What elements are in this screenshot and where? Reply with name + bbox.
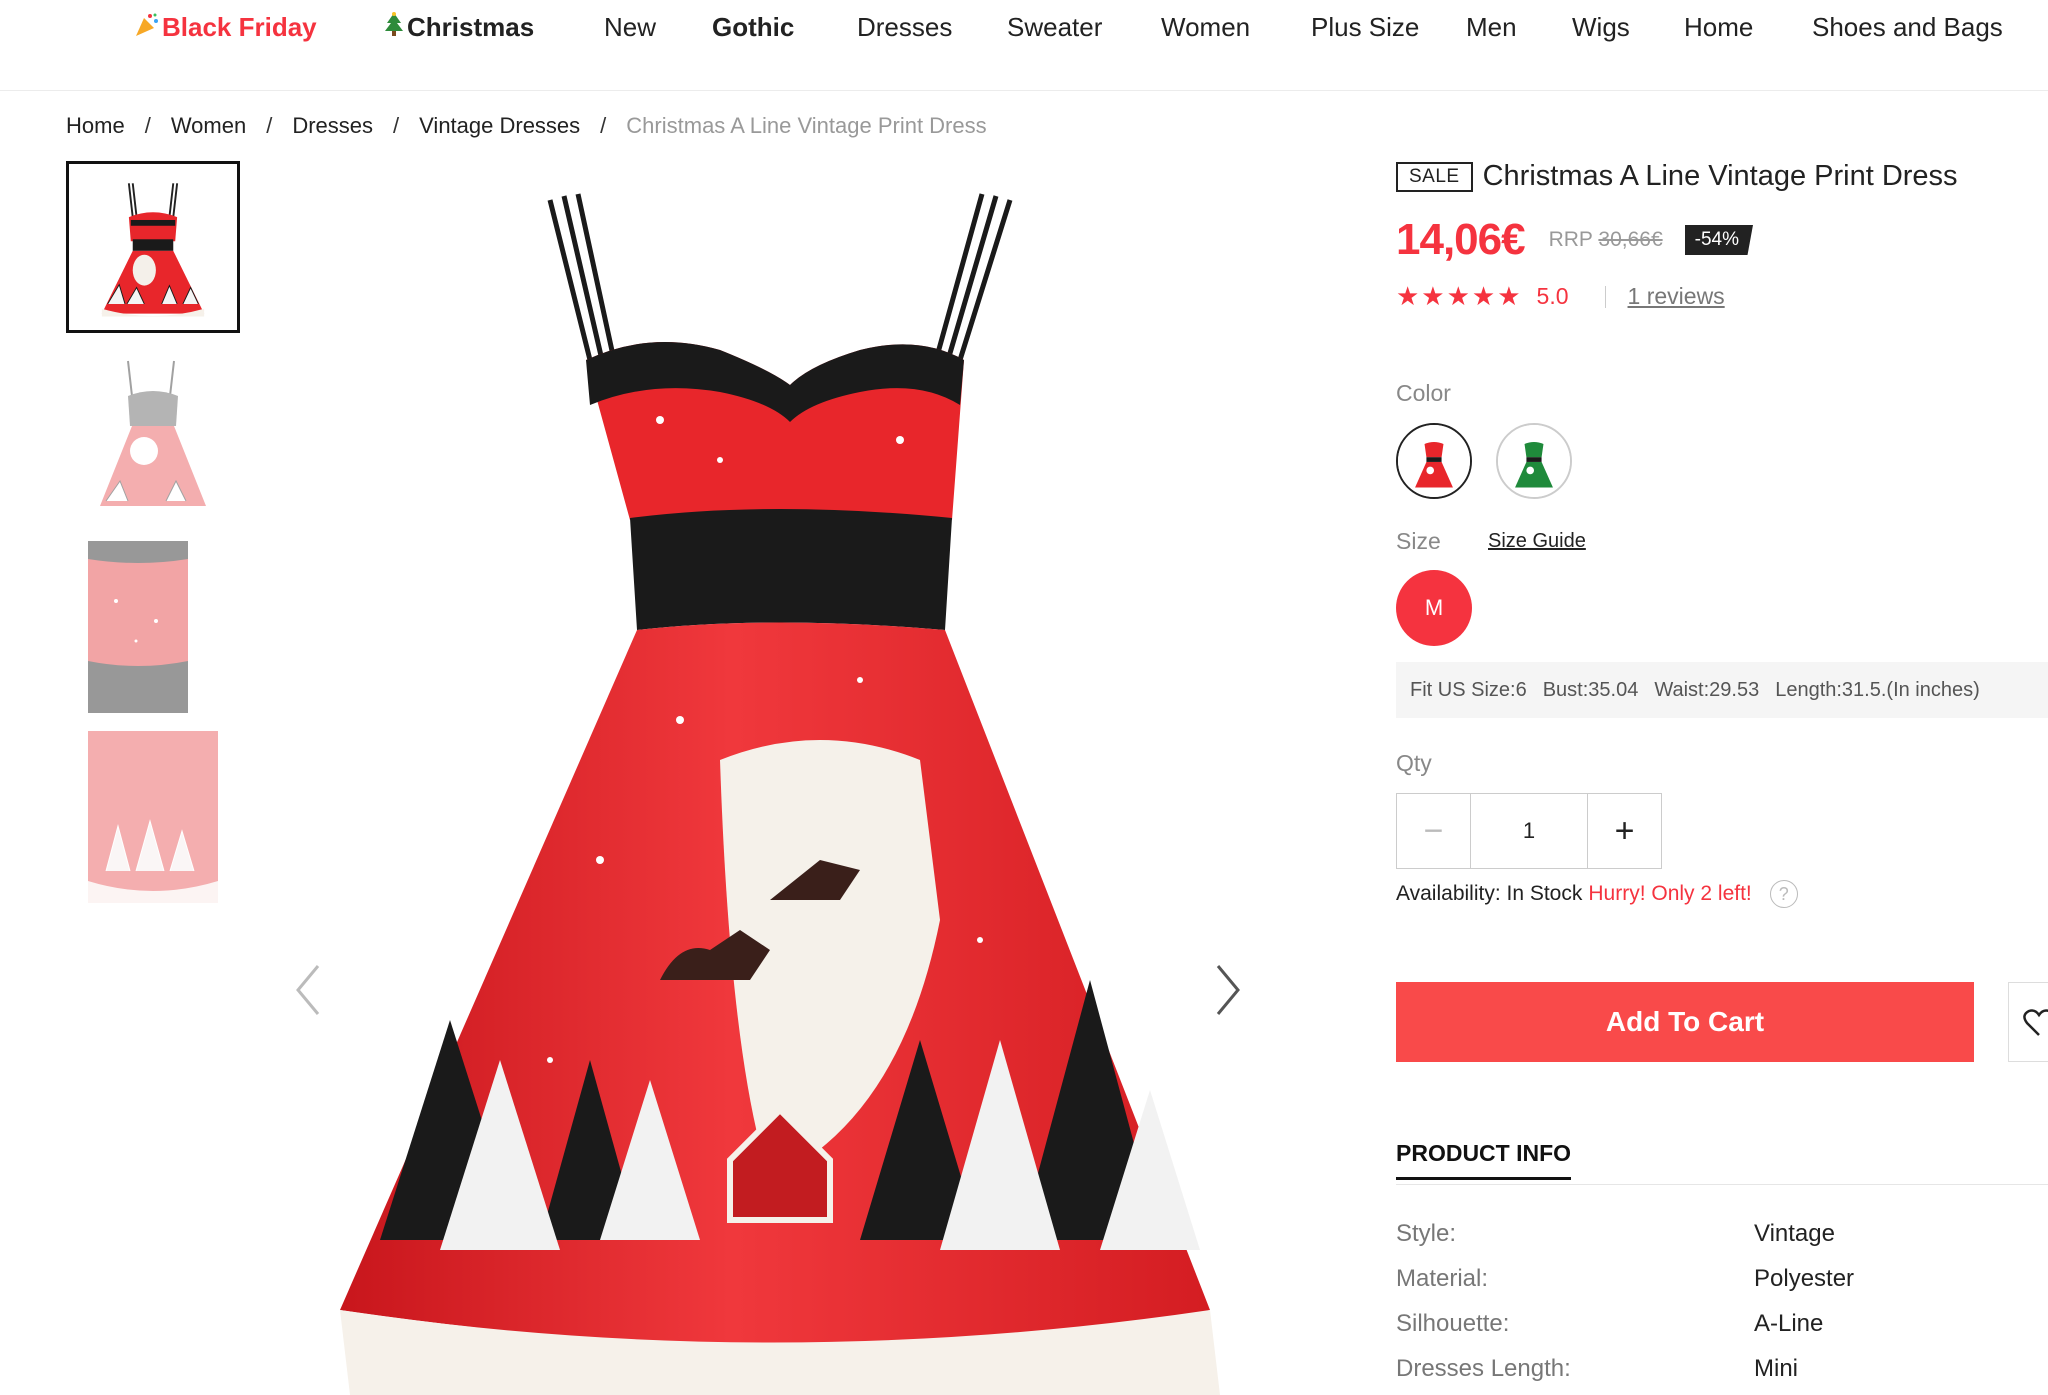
breadcrumb-dresses[interactable]: Dresses <box>292 113 373 138</box>
spec-key: Style: <box>1396 1220 1457 1247</box>
sale-price: 14,06€ <box>1396 215 1526 264</box>
color-swatch-red[interactable] <box>1396 423 1472 499</box>
breadcrumb-separator: / <box>266 113 273 138</box>
qty-increase-button[interactable]: + <box>1587 794 1661 868</box>
nav-new[interactable]: New <box>604 12 656 43</box>
main-product-image[interactable] <box>296 160 1280 1395</box>
nav-home[interactable]: Home <box>1684 12 1753 43</box>
breadcrumb-women[interactable]: Women <box>171 113 246 138</box>
chevron-right-icon <box>1216 965 1240 1015</box>
help-icon[interactable]: ? <box>1769 880 1798 908</box>
dress-hem-thumbnail-image <box>66 731 240 903</box>
spec-key: Material: <box>1396 1265 1489 1292</box>
red-dress-swatch-image <box>1398 425 1470 497</box>
nav-christmas[interactable]: Christmas <box>383 12 534 43</box>
waist-measure: Waist:29.53 <box>1654 678 1760 701</box>
nav-label: Black Friday <box>162 12 317 42</box>
breadcrumb-separator: / <box>144 113 151 138</box>
nav-men[interactable]: Men <box>1466 12 1517 43</box>
qty-decrease-button[interactable]: − <box>1397 794 1471 868</box>
discount-badge: -54% <box>1684 225 1753 255</box>
dress-thumbnail-image <box>66 351 240 523</box>
nav-label: Christmas <box>407 12 535 42</box>
spec-key: Dresses Length: <box>1396 1355 1571 1382</box>
next-image-button[interactable] <box>1208 960 1248 1020</box>
nav-gothic[interactable]: Gothic <box>712 12 794 43</box>
spec-key: Silhouette: <box>1396 1310 1510 1337</box>
stock-warning: Hurry! Only 2 left! <box>1588 882 1752 905</box>
quantity-stepper: − + <box>1396 793 1662 869</box>
dress-detail-thumbnail-image <box>66 541 240 713</box>
christmas-tree-icon <box>385 12 403 36</box>
color-swatch-green[interactable] <box>1496 423 1572 499</box>
qty-input[interactable] <box>1471 794 1587 868</box>
nav-dresses[interactable]: Dresses <box>857 12 952 43</box>
breadcrumb-separator: / <box>393 113 400 138</box>
rating-value: 5.0 <box>1536 283 1569 309</box>
breadcrumb-separator: / <box>600 113 607 138</box>
party-popper-icon <box>136 13 158 36</box>
star-rating-icon: ★★★★★ <box>1396 281 1523 311</box>
tab-divider <box>1396 1184 2048 1185</box>
thumbnail-4[interactable] <box>66 731 240 903</box>
nav-plus-size[interactable]: Plus Size <box>1311 12 1419 43</box>
length-measure: Length:31.5.(In inches) <box>1775 678 1980 701</box>
nav-shoes-and-bags[interactable]: Shoes and Bags <box>1812 12 2003 43</box>
rrp-price: RRP 30,66€ <box>1549 228 1663 252</box>
nav-black-friday[interactable]: Black Friday <box>134 12 317 43</box>
breadcrumb-home[interactable]: Home <box>66 113 125 138</box>
green-dress-swatch-image <box>1498 425 1570 497</box>
thumbnail-2[interactable] <box>66 351 240 523</box>
thumbnail-3[interactable] <box>66 541 240 713</box>
chevron-left-icon <box>296 965 320 1015</box>
bust-measure: Bust:35.04 <box>1542 678 1639 701</box>
color-label: Color <box>1396 380 1451 406</box>
product-details-panel: SALE Christmas A Line Vintage Print Dres… <box>1396 160 2048 1382</box>
nav-women[interactable]: Women <box>1161 12 1250 43</box>
heart-icon <box>2023 1009 2048 1036</box>
reviews-link[interactable]: 1 reviews <box>1628 283 1725 310</box>
rrp-label: RRP <box>1548 228 1593 251</box>
add-to-cart-button[interactable]: Add To Cart <box>1396 982 1974 1062</box>
thumbnail-1[interactable] <box>66 161 240 333</box>
rrp-value: 30,66€ <box>1598 228 1663 251</box>
size-option-m[interactable]: M <box>1396 570 1472 646</box>
availability-status: Availability: In Stock <box>1396 882 1583 905</box>
divider <box>1604 285 1606 308</box>
spec-value: Mini <box>1754 1355 1799 1382</box>
top-navigation: Black Friday Christmas New Gothic Dresse… <box>0 0 2048 91</box>
size-label: Size <box>1396 528 1441 554</box>
spec-value: Polyester <box>1754 1265 1855 1292</box>
tab-product-info[interactable]: PRODUCT INFO <box>1396 1140 1572 1180</box>
size-info-bar: Fit US Size:6 Bust:35.04 Waist:29.53 Len… <box>1396 662 2048 718</box>
breadcrumb-vintage-dresses[interactable]: Vintage Dresses <box>419 113 580 138</box>
dress-image <box>340 193 1220 1395</box>
sale-badge: SALE <box>1396 161 1473 192</box>
availability: Availability: In Stock Hurry! Only 2 lef… <box>1396 880 1798 908</box>
wishlist-button[interactable] <box>2008 982 2048 1062</box>
nav-sweater[interactable]: Sweater <box>1007 12 1102 43</box>
prev-image-button[interactable] <box>288 960 328 1020</box>
breadcrumb-current: Christmas A Line Vintage Print Dress <box>626 113 987 138</box>
nav-wigs[interactable]: Wigs <box>1572 12 1630 43</box>
size-guide-link[interactable]: Size Guide <box>1488 530 1586 553</box>
qty-label: Qty <box>1396 750 1432 776</box>
spec-value: A-Line <box>1754 1310 1824 1337</box>
fit-us-size: Fit US Size:6 <box>1410 678 1527 701</box>
spec-value: Vintage <box>1754 1220 1835 1247</box>
dress-thumbnail-image <box>69 164 237 330</box>
product-title: Christmas A Line Vintage Print Dress <box>1482 160 1958 192</box>
breadcrumb: Home / Women / Dresses / Vintage Dresses / Chris… <box>66 113 987 139</box>
